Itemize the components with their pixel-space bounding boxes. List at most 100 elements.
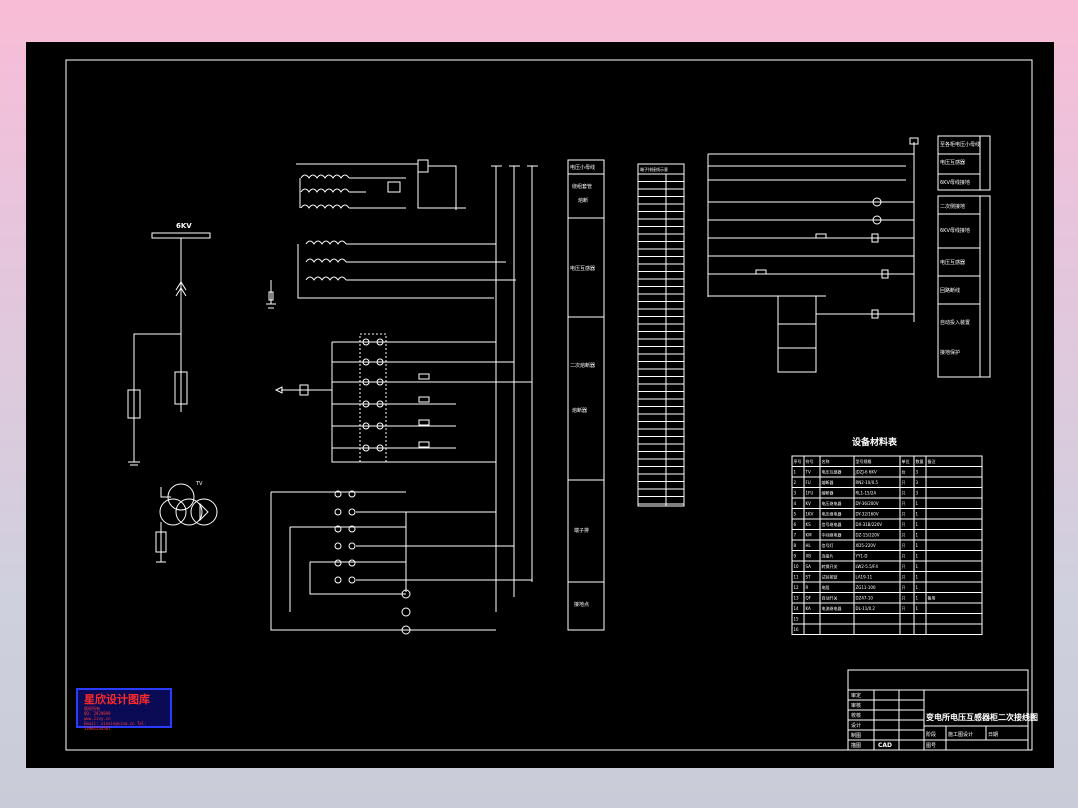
right-label-0: 至各柜电压小母线	[940, 141, 980, 148]
materials-cell: 10	[794, 564, 800, 569]
materials-cell: 8	[794, 543, 797, 548]
function-label-1: 绕组套管	[572, 183, 592, 190]
watermark-logo: 星欣设计图库 版权所有 QQ: 2929899 www.1ivy.cn Emai…	[76, 688, 172, 731]
materials-table: 序号 符号 名称 型号规格 单位 数量 备注 1 TV 电压互感器 JDZJ-6 6KV 台 3 2 FU 熔…	[791, 455, 983, 635]
coil-group-top	[296, 159, 466, 210]
materials-cell: 只	[902, 585, 906, 590]
materials-cell: R	[806, 585, 809, 590]
materials-cell: 1	[916, 543, 919, 548]
function-label-0: 电压小母线	[570, 164, 595, 171]
materials-cell: 只	[902, 575, 906, 580]
function-label-7: 接地点	[574, 601, 589, 608]
materials-cell: FU	[806, 480, 811, 485]
materials-cell: 只	[902, 543, 906, 548]
materials-cell: 1KV	[806, 512, 814, 517]
materials-cell: RN2-10/0.5	[856, 480, 879, 485]
busbar-label: 6KV	[176, 222, 192, 230]
materials-cell: XD5-220V	[856, 543, 876, 548]
materials-cell: 13	[794, 596, 800, 601]
materials-cell: XB	[806, 554, 812, 559]
materials-cell: 电压继电器	[822, 500, 842, 506]
materials-cell: 只	[902, 501, 906, 506]
materials-cell: 5	[794, 512, 797, 517]
materials-cell: 1	[916, 606, 919, 611]
busbar	[151, 232, 211, 239]
materials-cell: 转换开关	[822, 563, 838, 569]
materials-cell: 15	[794, 617, 800, 622]
materials-cell: 2	[794, 480, 797, 485]
materials-cell: 1	[916, 554, 919, 559]
materials-cell: 14	[794, 606, 800, 611]
materials-cell: DX-31B/220V	[856, 522, 883, 527]
materials-title: 设备材料表	[852, 436, 898, 448]
cad-label: CAD	[878, 742, 892, 749]
materials-cell: 只	[902, 480, 906, 485]
materials-cell: SA	[806, 564, 812, 569]
materials-cell: 4	[794, 501, 797, 506]
materials-cell: 只	[902, 491, 906, 496]
materials-cell: KS	[806, 522, 812, 527]
materials-header-cell: 数量	[916, 458, 924, 464]
materials-cell: 1	[916, 522, 919, 527]
function-label-5: 熔断器	[572, 407, 587, 414]
materials-cell: ST	[806, 575, 812, 580]
terminal-strip-title: 端子排接线示意	[640, 166, 668, 172]
fuse-block	[274, 333, 532, 463]
materials-cell: DY-32/160V	[856, 512, 879, 517]
schematic-drawing: 6KV TV 电压小母线 绕组套管 熔断 电压互感器 二次熔断器 熔断器 端子排…	[65, 59, 1038, 751]
materials-cell: 12	[794, 585, 800, 590]
materials-cell: 1	[794, 470, 797, 475]
materials-cell: 自动开关	[822, 595, 838, 601]
terminal-strip-table: 端子排接线示意	[637, 163, 685, 507]
logo-title: 星欣设计图库	[84, 693, 150, 706]
function-label-2: 熔断	[578, 197, 588, 204]
materials-cell: 1FU	[806, 491, 814, 496]
drawing-sheet: 6KV TV 电压小母线 绕组套管 熔断 电压互感器 二次熔断器 熔断器 端子排…	[26, 42, 1054, 768]
materials-cell: TV	[805, 470, 811, 475]
materials-cell: 1	[916, 575, 919, 580]
materials-cell: RL1-15/2A	[856, 491, 877, 496]
materials-cell: 熔断器	[822, 490, 834, 496]
right-label-8: 接地保护	[940, 349, 960, 356]
materials-cell: 只	[902, 522, 906, 527]
materials-cell: 电压继电器	[822, 511, 842, 517]
title-block-row-label: 审定	[851, 692, 861, 699]
materials-cell: 信号继电器	[822, 521, 842, 527]
function-column: 电压小母线 绕组套管 熔断 电压互感器 二次熔断器 熔断器 端子排 接地点	[567, 159, 605, 631]
materials-cell: KV	[806, 501, 812, 506]
title-block: 审定审核校核设计制图描图 变电所电压互感器柜二次接线图 阶段 施工图设计 日期 …	[847, 669, 1038, 751]
transformer-winding	[167, 483, 195, 511]
right-label-5: 电压互感器	[940, 259, 965, 266]
right-label-3: 二次侧接地	[940, 203, 965, 210]
right-label-7: 自动投入装置	[940, 319, 970, 326]
materials-cell: 3	[916, 480, 919, 485]
materials-cell: LA19-11	[856, 575, 873, 580]
title-block-row-label: 描图	[851, 742, 861, 749]
materials-cell: DZ47-10	[856, 596, 874, 601]
materials-cell: 16	[794, 627, 800, 632]
materials-cell: 只	[902, 606, 906, 611]
materials-cell: 11	[794, 575, 800, 580]
materials-cell: 试验按钮	[822, 574, 838, 580]
number-label: 图号	[926, 743, 936, 749]
materials-cell: 熔断器	[822, 479, 834, 485]
svg-text:TV: TV	[195, 481, 203, 487]
materials-cell: 信号灯	[822, 542, 834, 548]
title-block-row-label: 校核	[851, 712, 861, 719]
materials-cell: DZ-15/220V	[856, 533, 880, 538]
right-label-4: 6KV母线接地	[940, 227, 970, 234]
materials-cell: QF	[806, 596, 812, 601]
materials-cell: DY-36/200V	[856, 501, 879, 506]
terminal-block-lower	[270, 490, 532, 635]
right-label-2: 6KV母线接地	[940, 179, 970, 186]
materials-cell: DL-11/0.2	[856, 606, 876, 611]
materials-cell: 台	[902, 469, 906, 475]
materials-cell: 3	[916, 470, 919, 475]
materials-cell: 中间继电器	[822, 532, 842, 538]
function-label-4: 二次熔断器	[570, 362, 595, 369]
materials-cell: 只	[902, 596, 906, 601]
date-label: 日期	[988, 732, 998, 738]
materials-cell: 7	[794, 533, 797, 538]
materials-cell: LW2-5.5/F4	[856, 564, 879, 569]
materials-cell: YY1-D	[855, 554, 868, 559]
